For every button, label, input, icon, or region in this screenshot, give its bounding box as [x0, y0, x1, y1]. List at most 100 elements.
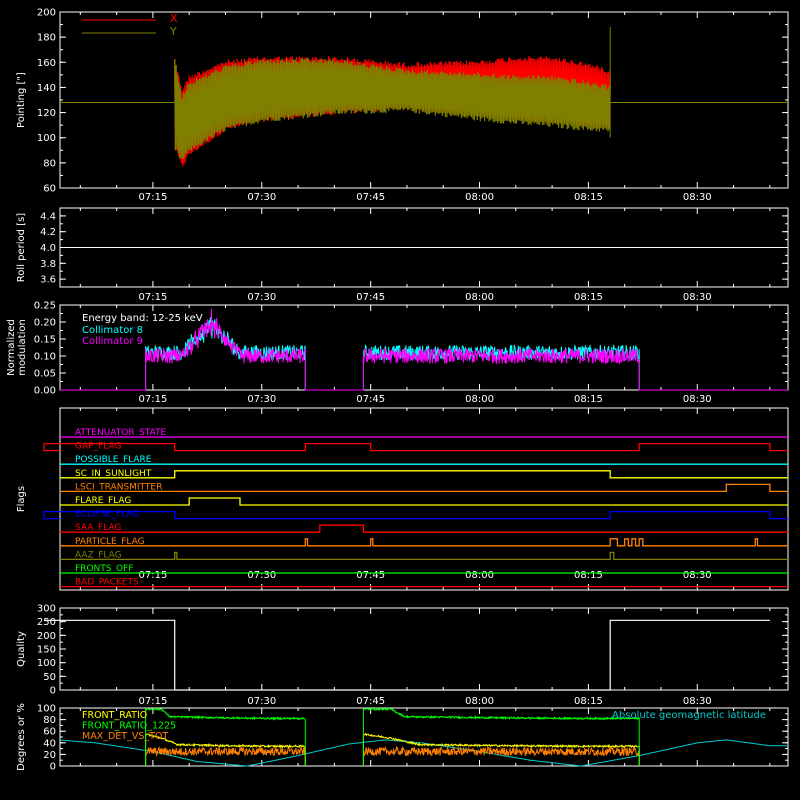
x-tick-label: 07:15	[138, 192, 167, 203]
x-tick-label: 08:15	[574, 570, 603, 581]
y-tick-label: 100	[37, 658, 56, 669]
y-tick-label: 200	[37, 8, 56, 19]
flag-line-lsci-transmitter	[60, 483, 788, 493]
flag-label-sc-in-sunlight: SC_IN_SUNLIGHT	[75, 469, 152, 479]
flag-label-flare-flag: FLARE_FLAG	[75, 496, 131, 506]
flag-line-eclipse-flag	[43, 510, 788, 520]
x-tick-label: 08:30	[683, 696, 712, 707]
x-tick-label: 07:15	[138, 570, 167, 581]
x-tick-label: 07:30	[247, 394, 276, 405]
y-tick-label: 4.0	[40, 243, 56, 254]
flag-line-particle-flag	[60, 538, 788, 547]
x-tick-label: 08:00	[465, 192, 494, 203]
y-tick-label: 0.00	[34, 386, 56, 397]
y-tick-label: 0.05	[34, 369, 56, 380]
y-tick-label: 60	[43, 727, 56, 738]
y-tick-label: 0.15	[34, 335, 56, 346]
y-tick-label: 40	[43, 738, 56, 749]
x-tick-label: 07:45	[356, 394, 385, 405]
y-tick-label: 0.20	[34, 318, 56, 329]
flag-line-aaz-flag	[60, 551, 788, 561]
y-tick-label: 80	[43, 158, 56, 169]
panel-3: 07:15 07:30 07:45 08:00 08:15 08:30 0.00 0.05 0.…	[6, 301, 789, 405]
flag-label-bad-packets: BAD_PACKETS	[75, 578, 139, 588]
y-tick-label: 150	[37, 645, 56, 656]
y-tick-label: 120	[37, 108, 56, 119]
y-tick-label: 20	[43, 750, 56, 761]
y-tick-label: 50	[43, 672, 56, 683]
x-tick-label: 08:00	[465, 696, 494, 707]
y-tick-label: 250	[37, 617, 56, 628]
multi-panel-figure: 07:15 07:30 07:45 08:00 08:15 08:306080100120…	[6, 8, 789, 773]
y-tick-label: 3.6	[40, 275, 56, 286]
flag-label-gap-flag: GAP_FLAG	[75, 442, 121, 452]
y-tick-label: 100	[37, 704, 56, 715]
y-tick-label: 140	[37, 83, 56, 94]
flag-label-fronts-off: FRONTS_OFF	[75, 564, 133, 574]
y-axis-label: Pointing ["]	[16, 72, 27, 128]
x-tick-label: 08:00	[465, 394, 494, 405]
flag-label-possible-flare: POSSIBLE_FLARE	[75, 455, 152, 465]
y-axis-label: Quality	[16, 631, 27, 667]
panel-4: 07:15 07:30 07:45 08:00 08:15 08:30 Flags ATTEN…	[16, 407, 789, 591]
y-axis-label: Roll period [s]	[16, 213, 27, 282]
x-tick-label: 08:15	[574, 394, 603, 405]
flag-label-eclipse-flag: ECLIPSE_FLAG	[75, 510, 139, 520]
y-tick-label: 0.10	[34, 352, 56, 363]
x-tick-label: 07:45	[356, 192, 385, 203]
legend-label-y: Y	[169, 25, 177, 38]
x-tick-label: 08:15	[574, 192, 603, 203]
x-tick-label: 07:15	[138, 696, 167, 707]
flag-label-aaz-flag: AAZ_FLAG	[75, 550, 122, 560]
x-tick-label: 08:30	[683, 192, 712, 203]
y-tick-label: 160	[37, 58, 56, 69]
legend-label-collimator-9: Collimator 9	[82, 336, 143, 347]
x-tick-label: 08:00	[465, 570, 494, 581]
x-tick-label: 07:45	[356, 570, 385, 581]
series-line-quality	[44, 619, 770, 691]
x-tick-label: 07:30	[247, 292, 276, 303]
x-tick-label: 08:30	[683, 394, 712, 405]
x-tick-label: 07:30	[247, 570, 276, 581]
flag-label-lsci-transmitter: LSCI_TRANSMITTER	[75, 482, 162, 492]
y-tick-label: 4.2	[40, 227, 56, 238]
flag-label-attenuator-state: ATTENUATOR_STATE	[75, 428, 167, 438]
y-tick-label: 0	[50, 762, 56, 773]
y-tick-label: 200	[37, 631, 56, 642]
x-tick-label: 07:30	[247, 696, 276, 707]
x-tick-label: 08:30	[683, 570, 712, 581]
flag-line-sc-in-sunlight	[60, 470, 788, 479]
legend-label-x: X	[170, 12, 178, 25]
x-tick-label: 08:30	[683, 292, 712, 303]
y-tick-label: 4.4	[40, 211, 56, 222]
y-tick-label: 80	[43, 715, 56, 726]
y-tick-label: 100	[37, 133, 56, 144]
x-tick-label: 07:45	[356, 292, 385, 303]
y-axis-label: Flags	[16, 486, 27, 512]
y-tick-label: 0.25	[34, 301, 56, 312]
y-tick-label: 0	[50, 686, 56, 697]
x-tick-label: 08:15	[574, 292, 603, 303]
y-tick-label: 180	[37, 33, 56, 44]
flag-line-flare-flag	[60, 497, 788, 506]
energy-band-annotation: Energy band: 12-25 keV	[82, 313, 203, 324]
x-tick-label: 07:45	[356, 696, 385, 707]
series-line-front-ratio-1225	[145, 707, 640, 766]
legend-label-front-ratio: FRONT_RATIO	[82, 710, 147, 721]
flag-label-particle-flag: PARTICLE_FLAG	[75, 537, 145, 547]
panel-6: 020406080100 Degrees or % FRONT_RATIOFRONT…	[16, 703, 789, 773]
flag-line-gap-flag	[43, 442, 788, 452]
flag-line-saa-flag	[60, 524, 788, 533]
x-tick-label: 07:15	[138, 292, 167, 303]
flag-label-saa-flag: SAA_FLAG	[75, 523, 121, 533]
panel-2: 07:15 07:30 07:45 08:00 08:15 08:30 3.6 3.8 4.0 4…	[16, 207, 789, 303]
y-tick-label: 300	[37, 604, 56, 615]
y-axis-label: Degrees or %	[16, 703, 27, 771]
plot-frame	[59, 407, 789, 591]
x-tick-label: 07:30	[247, 192, 276, 203]
y-tick-label: 3.8	[40, 259, 56, 270]
legend-label-front-ratio-1225: FRONT_RATIO_1225	[82, 721, 176, 732]
x-tick-label: 07:15	[138, 394, 167, 405]
legend-label-max-det-vs-tot: MAX_DET_VS_TOT	[82, 731, 168, 742]
legend-label-geomagnetic-latitude: Absolute geomagnetic latitude	[612, 710, 766, 721]
